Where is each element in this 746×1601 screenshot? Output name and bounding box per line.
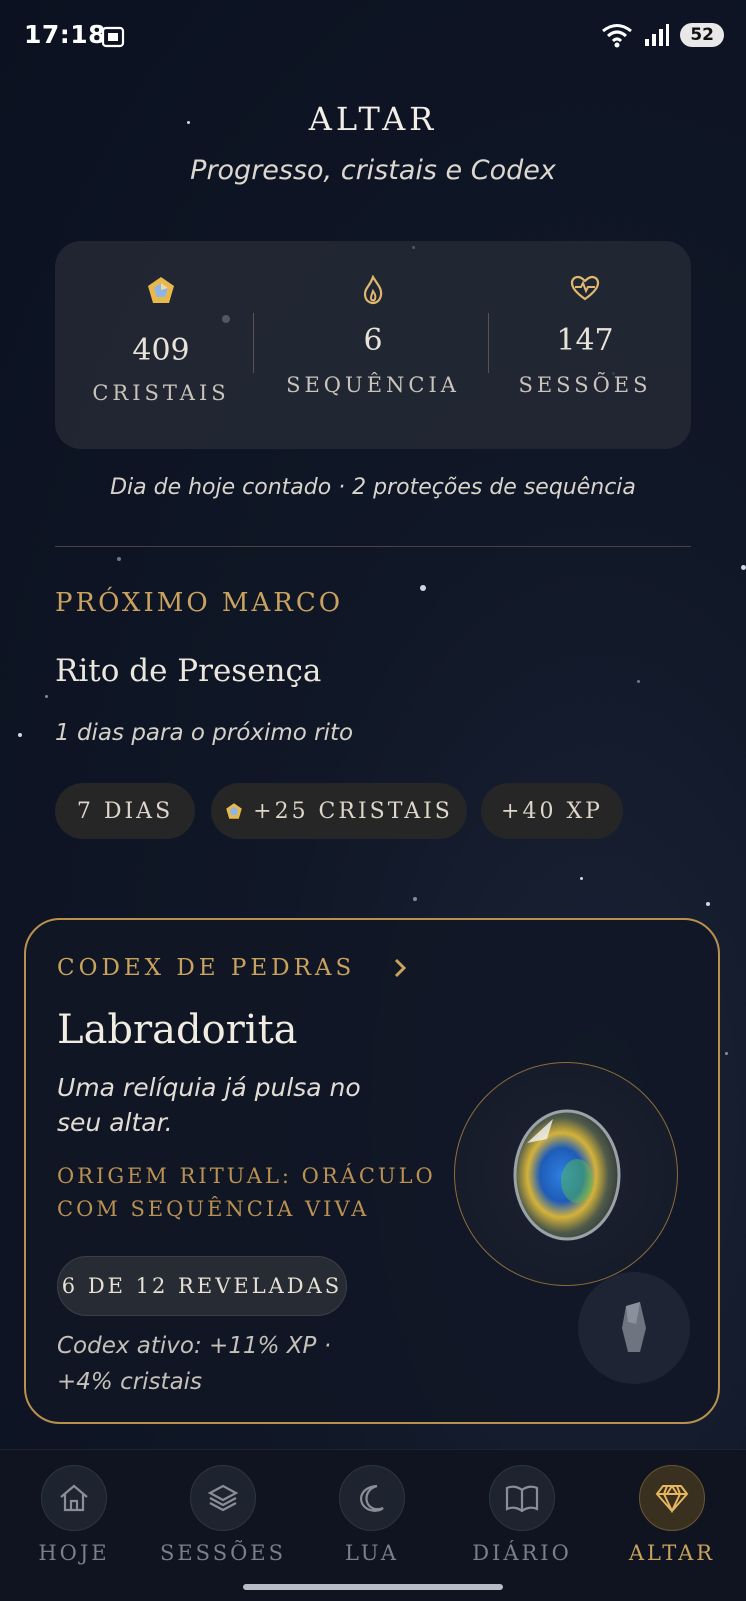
next-milestone-heading: PRÓXIMO MARCO (55, 588, 344, 618)
milestone-pill-crystals: +25 CRISTAIS (211, 783, 467, 839)
moon-icon (339, 1465, 405, 1531)
chevron-right-icon (395, 958, 407, 978)
page-subtitle: Progresso, cristais e Codex (190, 155, 556, 186)
stat-sessions: 147 SESSÕES (479, 241, 691, 449)
battery-indicator: 52 (680, 23, 724, 47)
pill-label: +40 XP (501, 798, 603, 824)
crystal-icon (55, 275, 267, 309)
pill-label: 7 DIAS (76, 798, 174, 824)
stat-sessions-label: SESSÕES (518, 373, 652, 397)
nav-item-diario[interactable]: DIÁRIO (457, 1465, 587, 1565)
codex-description: Uma relíquia já pulsa no seu altar. (57, 1073, 361, 1137)
quartz-gem-image (578, 1272, 690, 1384)
stat-crystals: 409 CRISTAIS (55, 241, 267, 449)
book-icon (489, 1465, 555, 1531)
signal-icon (645, 24, 670, 46)
stat-divider (253, 313, 254, 373)
heart-pulse-icon (479, 275, 691, 309)
nav-item-hoje[interactable]: HOJE (9, 1465, 139, 1565)
codex-heading: CODEX DE PEDRAS (57, 955, 356, 981)
home-icon (41, 1465, 107, 1531)
flame-icon (267, 275, 479, 309)
diamond-icon (639, 1465, 705, 1531)
stat-crystals-value: 409 (132, 333, 190, 368)
nav-item-sessoes[interactable]: SESSÕES (158, 1465, 288, 1565)
stat-sessions-value: 147 (556, 323, 614, 358)
nav-label: DIÁRIO (472, 1541, 572, 1565)
stat-streak-label: SEQUÊNCIA (286, 373, 460, 397)
milestone-name: Rito de Presença (55, 653, 322, 689)
nav-item-lua[interactable]: LUA (307, 1465, 437, 1565)
nav-label: ALTAR (628, 1541, 716, 1565)
nav-label: LUA (344, 1541, 399, 1565)
milestone-days-remaining: 1 dias para o próximo rito (55, 720, 354, 746)
screenshot-icon (101, 25, 125, 53)
codex-heading-link[interactable]: CODEX DE PEDRAS (57, 955, 407, 981)
stats-card: 409 CRISTAIS 6 SEQUÊNCIA 147 SESSÕES (55, 241, 691, 449)
streak-protection-text: Dia de hoje contado · 2 proteções de seq… (110, 475, 636, 500)
codex-bonus: Codex ativo: +11% XP · +4% cristais (57, 1333, 332, 1395)
page-title: ALTAR (308, 100, 438, 138)
nav-label: HOJE (38, 1541, 110, 1565)
milestone-pill-days: 7 DIAS (55, 783, 195, 839)
milestone-pill-xp: +40 XP (481, 783, 623, 839)
status-time: 17:18 (24, 20, 107, 49)
home-indicator[interactable] (243, 1584, 503, 1590)
stat-streak-value: 6 (363, 323, 383, 358)
codex-revealed-pill: 6 DE 12 REVELADAS (57, 1256, 347, 1316)
section-divider (55, 546, 691, 547)
status-indicators: 52 (600, 22, 724, 48)
codex-origin: ORIGEM RITUAL: ORÁCULO COM SEQUÊNCIA VIV… (57, 1164, 436, 1221)
stat-crystals-label: CRISTAIS (92, 381, 230, 405)
crystal-icon (226, 803, 242, 819)
labradorite-gem-image (454, 1062, 678, 1286)
layers-icon (190, 1465, 256, 1531)
stat-streak: 6 SEQUÊNCIA (267, 241, 479, 449)
pill-label: +25 CRISTAIS (253, 798, 453, 824)
nav-item-altar[interactable]: ALTAR (607, 1465, 737, 1565)
wifi-icon (602, 24, 633, 48)
nav-label: SESSÕES (159, 1541, 287, 1565)
codex-stone-name: Labradorita (57, 1007, 298, 1053)
